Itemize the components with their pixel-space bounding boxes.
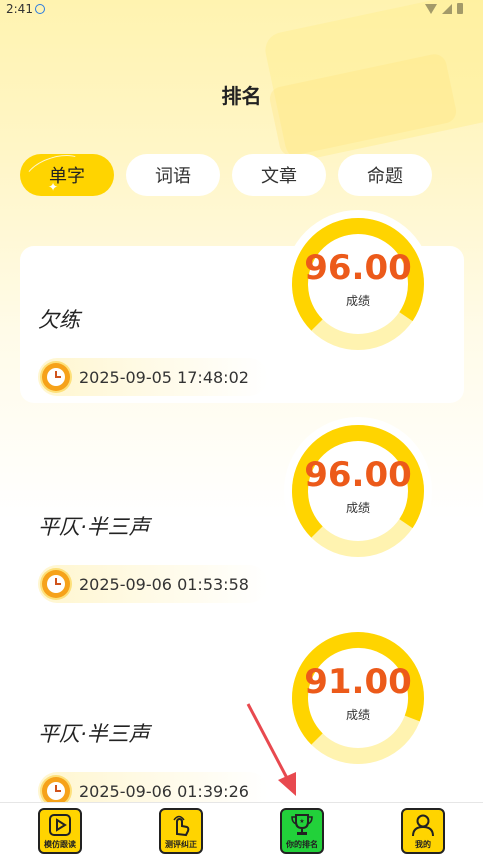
score-label: 成绩: [345, 294, 370, 308]
tab-label: 命题: [367, 166, 403, 187]
ranking-record[interactable]: 欠练 2025-09-05 17:48:02 96.00 成绩: [20, 210, 464, 437]
score-value: 91.00: [304, 662, 412, 702]
score-value: 96.00: [304, 248, 412, 288]
status-time: 2:41: [6, 2, 33, 16]
network-status-icon: [35, 4, 45, 14]
nav-label: 测评纠正: [165, 840, 197, 849]
score-gauge: 96.00 成绩: [284, 210, 432, 358]
record-time: 2025-09-06 01:39:26: [79, 781, 249, 801]
tab-articles[interactable]: 文章: [232, 154, 326, 196]
sparkle-icon: ✦: [48, 180, 59, 194]
nav-evaluate-correct[interactable]: 测评纠正: [159, 808, 203, 854]
record-time-pill: 2025-09-06 01:53:58: [38, 565, 268, 603]
tab-words[interactable]: 词语: [126, 154, 220, 196]
score-label: 成绩: [345, 708, 370, 722]
pointer-arrow-icon: [246, 703, 296, 796]
tab-label: 文章: [261, 166, 297, 187]
play-icon: [47, 810, 73, 840]
user-icon: [410, 810, 436, 840]
record-name: 平仄·半三声: [38, 515, 150, 539]
nav-your-ranking[interactable]: ★ 你的排名: [280, 808, 324, 854]
clock-icon: [42, 570, 70, 598]
nav-imitate-read[interactable]: 模仿跟读: [38, 808, 82, 854]
tab-label: 词语: [155, 166, 191, 187]
record-name: 平仄·半三声: [38, 722, 150, 746]
svg-text:★: ★: [299, 818, 304, 825]
record-time: 2025-09-06 01:53:58: [79, 574, 249, 594]
nav-label: 我的: [415, 840, 431, 849]
nav-label: 你的排名: [286, 840, 318, 849]
record-time: 2025-09-05 17:48:02: [79, 367, 249, 387]
score-gauge: 96.00 成绩: [284, 417, 432, 565]
tab-topics[interactable]: 命题: [338, 154, 432, 196]
category-tabs: 单字 ✦ 词语 文章 命题: [20, 154, 432, 196]
tab-single-character[interactable]: 单字 ✦: [20, 154, 114, 196]
score-label: 成绩: [345, 501, 370, 515]
page-title: 排名: [221, 84, 262, 108]
record-name: 欠练: [38, 308, 80, 332]
hand-tap-icon: [168, 810, 194, 840]
clock-icon: [42, 363, 70, 391]
trophy-icon: ★: [289, 810, 315, 840]
ranking-record[interactable]: 平仄·半三声 2025-09-06 01:53:58 96.00 成绩: [20, 417, 464, 644]
record-time-pill: 2025-09-05 17:48:02: [38, 358, 268, 396]
bottom-navigation: 模仿跟读 测评纠正 ★ 你的排名 我的: [0, 802, 483, 859]
score-gauge: 91.00 成绩: [284, 624, 432, 772]
nav-label: 模仿跟读: [44, 840, 76, 849]
clock-icon: [42, 777, 70, 805]
nav-mine[interactable]: 我的: [401, 808, 445, 854]
score-value: 96.00: [304, 455, 412, 495]
